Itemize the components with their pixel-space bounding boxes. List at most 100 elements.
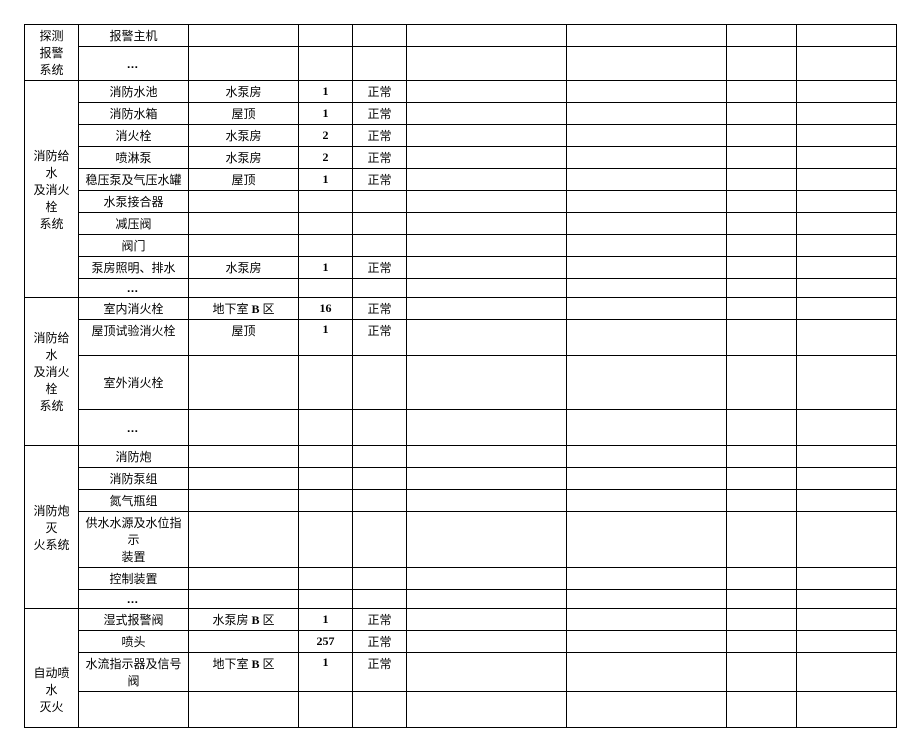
blank-cell — [727, 213, 797, 235]
table-row: 水流指示器及信号阀地下室 B 区1正常 — [25, 653, 897, 692]
location-cell: 水泵房 — [189, 81, 299, 103]
blank-cell — [567, 356, 727, 410]
blank-cell — [567, 631, 727, 653]
location-cell — [189, 590, 299, 609]
location-cell — [189, 191, 299, 213]
blank-cell — [407, 103, 567, 125]
item-cell: 水流指示器及信号阀 — [79, 653, 189, 692]
blank-cell — [407, 47, 567, 81]
location-cell: 屋顶 — [189, 103, 299, 125]
quantity-cell — [299, 410, 353, 446]
status-cell: 正常 — [353, 631, 407, 653]
location-cell — [189, 446, 299, 468]
blank-cell — [727, 590, 797, 609]
blank-cell — [567, 125, 727, 147]
blank-cell — [407, 356, 567, 410]
table-row: … — [25, 590, 897, 609]
item-cell: … — [79, 279, 189, 298]
item-cell: 泵房照明、排水 — [79, 257, 189, 279]
blank-cell — [407, 81, 567, 103]
table-row — [25, 692, 897, 728]
blank-cell — [797, 47, 897, 81]
blank-cell — [727, 257, 797, 279]
blank-cell — [407, 512, 567, 568]
blank-cell — [567, 609, 727, 631]
quantity-cell — [299, 468, 353, 490]
table-row: 喷头257正常 — [25, 631, 897, 653]
blank-cell — [727, 169, 797, 191]
location-cell — [189, 279, 299, 298]
blank-cell — [407, 235, 567, 257]
location-cell — [189, 356, 299, 410]
table-row: 消火栓水泵房2正常 — [25, 125, 897, 147]
item-cell — [79, 692, 189, 728]
inspection-table: 探测报警系统报警主机…消防给水及消火栓系统消防水池水泵房1正常消防水箱屋顶1正常… — [24, 24, 897, 728]
location-cell — [189, 568, 299, 590]
blank-cell — [727, 25, 797, 47]
quantity-cell — [299, 568, 353, 590]
quantity-cell — [299, 512, 353, 568]
blank-cell — [567, 147, 727, 169]
table-row: 消防泵组 — [25, 468, 897, 490]
location-cell — [189, 512, 299, 568]
blank-cell — [797, 609, 897, 631]
item-cell: 减压阀 — [79, 213, 189, 235]
item-cell: 喷淋泵 — [79, 147, 189, 169]
quantity-cell: 1 — [299, 81, 353, 103]
table-row: … — [25, 279, 897, 298]
blank-cell — [567, 257, 727, 279]
blank-cell — [407, 410, 567, 446]
blank-cell — [727, 191, 797, 213]
item-cell: 供水水源及水位指示装置 — [79, 512, 189, 568]
table-row: 泵房照明、排水水泵房1正常 — [25, 257, 897, 279]
status-cell — [353, 213, 407, 235]
location-cell — [189, 213, 299, 235]
table-row: 氮气瓶组 — [25, 490, 897, 512]
location-cell — [189, 692, 299, 728]
blank-cell — [797, 213, 897, 235]
status-cell — [353, 47, 407, 81]
location-cell — [189, 47, 299, 81]
blank-cell — [797, 235, 897, 257]
table-row: 室外消火栓 — [25, 356, 897, 410]
status-cell — [353, 692, 407, 728]
status-cell: 正常 — [353, 147, 407, 169]
status-cell: 正常 — [353, 169, 407, 191]
system-cell: 消防炮灭火系统 — [25, 446, 79, 609]
blank-cell — [727, 568, 797, 590]
system-cell: 自动喷水灭火 — [25, 609, 79, 728]
quantity-cell — [299, 356, 353, 410]
blank-cell — [727, 446, 797, 468]
quantity-cell — [299, 490, 353, 512]
quantity-cell — [299, 25, 353, 47]
blank-cell — [727, 692, 797, 728]
blank-cell — [567, 279, 727, 298]
blank-cell — [727, 103, 797, 125]
location-cell — [189, 490, 299, 512]
item-cell: 报警主机 — [79, 25, 189, 47]
quantity-cell: 1 — [299, 320, 353, 356]
item-cell: 消防炮 — [79, 446, 189, 468]
table-row: 控制装置 — [25, 568, 897, 590]
table-row: 屋顶试验消火栓屋顶1正常 — [25, 320, 897, 356]
status-cell: 正常 — [353, 653, 407, 692]
blank-cell — [407, 631, 567, 653]
blank-cell — [727, 298, 797, 320]
system-cell: 消防给水及消火栓系统 — [25, 298, 79, 446]
location-cell — [189, 468, 299, 490]
status-cell: 正常 — [353, 320, 407, 356]
system-cell: 消防给水及消火栓系统 — [25, 81, 79, 298]
table-row: 自动喷水灭火湿式报警阀水泵房 B 区1正常 — [25, 609, 897, 631]
item-cell: … — [79, 410, 189, 446]
table-row: 探测报警系统报警主机 — [25, 25, 897, 47]
blank-cell — [727, 410, 797, 446]
quantity-cell: 1 — [299, 257, 353, 279]
blank-cell — [797, 257, 897, 279]
quantity-cell: 2 — [299, 147, 353, 169]
status-cell: 正常 — [353, 125, 407, 147]
blank-cell — [797, 147, 897, 169]
status-cell — [353, 235, 407, 257]
blank-cell — [567, 25, 727, 47]
status-cell — [353, 25, 407, 47]
table-row: 消防给水及消火栓系统消防水池水泵房1正常 — [25, 81, 897, 103]
